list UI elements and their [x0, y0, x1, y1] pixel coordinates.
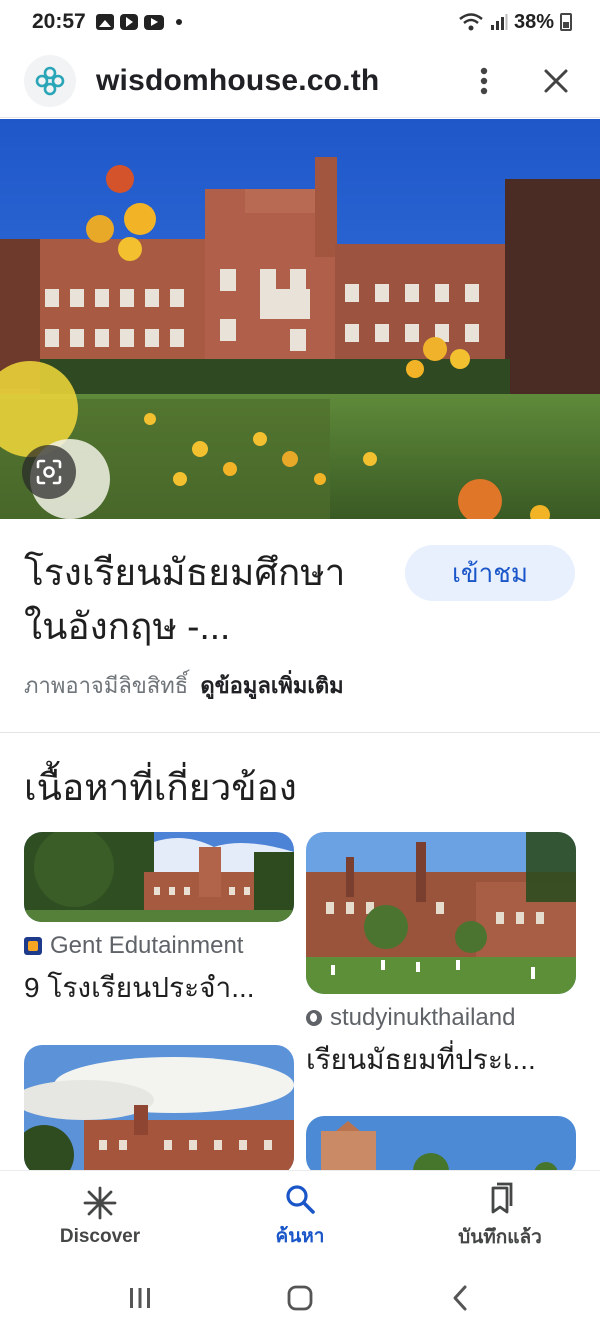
related-card-source: Gent Edutainment — [24, 932, 294, 960]
system-navigation-bar — [0, 1262, 600, 1333]
related-card-image[interactable] — [24, 832, 294, 922]
search-icon — [286, 1184, 315, 1214]
more-notifications-dot-icon — [175, 19, 182, 25]
related-card-title: 9 โรงเรียนประจำ... — [24, 972, 255, 1003]
header-actions — [464, 61, 576, 101]
nav-item-search[interactable]: ค้นหา — [200, 1171, 400, 1262]
nav-label-search: ค้นหา — [275, 1225, 325, 1247]
copyright-notice: ภาพอาจมีลิขสิทธิ์ ดูข้อมูลเพิ่มเติม — [24, 668, 344, 703]
nav-item-saved[interactable]: บันทึกแล้ว — [400, 1171, 600, 1262]
related-card[interactable]: Gent Edutainment 9 โรงเรียนประจำ... — [24, 832, 294, 1010]
battery-percent: 38% — [513, 10, 554, 33]
bookmark-icon — [491, 1182, 513, 1213]
status-time: 20:57 — [32, 10, 86, 33]
related-heading: เนื้อหาที่เกี่ยวข้อง — [24, 767, 297, 808]
play-notification-icon — [119, 14, 138, 30]
result-title-line-2: ในอังกฤษ -... — [24, 606, 231, 647]
status-right: 38% — [458, 11, 572, 34]
bottom-navigation: Discover ค้นหา บันทึกแล้ว — [0, 1170, 600, 1262]
custom-tab-header: wisdomhouse.co.th — [0, 44, 600, 118]
globe-favicon-icon — [306, 1010, 322, 1026]
more-vert-icon[interactable] — [464, 61, 504, 101]
related-card-image[interactable] — [306, 832, 576, 994]
nav-label-saved: บันทึกแล้ว — [458, 1226, 542, 1248]
wifi-icon — [459, 13, 483, 31]
related-card-title: เรียนมัธยมที่ประเ... — [306, 1044, 536, 1075]
related-card[interactable]: studyinukthailand เรียนมัธยมที่ประเ... — [306, 832, 576, 1082]
related-card-source-label: studyinukthailand — [330, 1004, 516, 1031]
result-title-line-1: โรงเรียนมัธยมศึกษา — [24, 552, 346, 593]
nav-item-discover[interactable]: Discover — [0, 1171, 200, 1262]
site-favicon-icon — [24, 937, 42, 955]
related-card[interactable] — [306, 1116, 576, 1176]
site-logo-icon[interactable] — [24, 54, 76, 107]
nav-label-discover: Discover — [59, 1225, 141, 1247]
back-icon[interactable] — [430, 1273, 490, 1323]
visit-button[interactable]: เข้าชม — [405, 545, 575, 601]
lens-search-icon[interactable] — [22, 445, 76, 499]
gallery-notification-icon — [95, 14, 114, 30]
section-divider — [0, 732, 600, 733]
related-card-image[interactable] — [24, 1045, 294, 1175]
copyright-text: ภาพอาจมีลิขสิทธิ์ — [24, 673, 189, 698]
related-card-image[interactable] — [306, 1116, 576, 1176]
youtube-notification-icon — [143, 14, 164, 30]
related-card[interactable] — [24, 1045, 294, 1175]
signal-icon — [490, 14, 508, 30]
notification-icons — [95, 14, 182, 30]
battery-icon — [560, 13, 572, 31]
related-card-source: studyinukthailand — [306, 1004, 576, 1032]
more-info-link[interactable]: ดูข้อมูลเพิ่มเติม — [200, 673, 343, 698]
status-bar: 20:57 38% — [0, 0, 600, 44]
result-title: โรงเรียนมัธยมศึกษา ในอังกฤษ -... — [24, 546, 394, 654]
site-title: wisdomhouse.co.th — [96, 63, 380, 97]
result-image[interactable] — [0, 119, 600, 519]
close-icon[interactable] — [536, 61, 576, 101]
recent-apps-icon[interactable] — [110, 1273, 170, 1323]
home-icon[interactable] — [270, 1273, 330, 1323]
asterisk-icon — [83, 1186, 117, 1219]
related-card-source-label: Gent Edutainment — [50, 932, 244, 959]
